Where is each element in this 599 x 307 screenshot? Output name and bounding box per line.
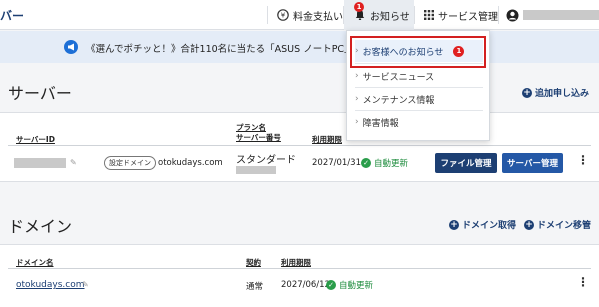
- server-auto-renew-label: 自動更新: [374, 159, 409, 169]
- account-nav-item[interactable]: [506, 0, 599, 30]
- server-table: サーバーID プラン名 サーバー番号 利用期限 ✎ 設定ドメイン otokuda…: [0, 112, 599, 182]
- billing-label: 料金支払い: [293, 11, 343, 23]
- notice-menu-outage[interactable]: › 障害情報: [355, 111, 483, 133]
- domain-auto-renew-status: ✓ 自動更新: [326, 279, 373, 291]
- domain-table: ドメイン名 契約 利用期限 otokudays.com ✎ 通常 2027/06…: [0, 244, 599, 307]
- nav-divider: [498, 6, 499, 24]
- domain-acquire-link[interactable]: + ドメイン取得: [449, 218, 516, 231]
- notice-menu-outage-label: 障害情報: [362, 118, 399, 129]
- notice-count-badge: 1: [354, 2, 364, 12]
- announcement-bar[interactable]: 《選んでポチッと！》合計110名に当たる「ASUS ノートPC」など豪: [0, 31, 599, 63]
- contract-value: 通常: [246, 282, 264, 292]
- plus-circle-icon: +: [449, 219, 459, 230]
- page: バー ¥ 料金支払い 1 お知らせ サービス管理 《選んでポチッと！》合計110…: [0, 0, 599, 307]
- header-divider: [8, 145, 591, 146]
- contract-header[interactable]: 契約: [246, 257, 261, 268]
- configured-domain-tag: 設定ドメイン: [104, 156, 156, 170]
- more-options-icon[interactable]: ⋮: [577, 275, 589, 289]
- domain-name-link[interactable]: otokudays.com: [16, 280, 85, 290]
- yen-coin-icon: ¥: [277, 9, 289, 21]
- server-domain-text: otokudays.com: [158, 158, 223, 168]
- domain-transfer-link[interactable]: + ドメイン移管: [524, 218, 591, 231]
- domain-expiry-header[interactable]: 利用期限: [281, 257, 311, 268]
- notice-menu-service-news[interactable]: › サービスニュース: [355, 65, 483, 87]
- check-circle-icon: ✓: [361, 158, 371, 168]
- svg-text:¥: ¥: [281, 12, 286, 20]
- announcement-text[interactable]: 《選んでポチッと！》合計110名に当たる「ASUS ノートPC」など豪: [86, 41, 382, 55]
- plan-name-header[interactable]: プラン名: [236, 123, 266, 133]
- domain-acquire-label: ドメイン取得: [462, 221, 517, 231]
- server-section-title: サーバー: [8, 84, 72, 103]
- megaphone-icon: [64, 40, 78, 54]
- pencil-icon[interactable]: ✎: [82, 280, 89, 289]
- notice-menu-service-news-label: サービスニュース: [362, 72, 435, 83]
- expiry-header[interactable]: 利用期限: [312, 134, 342, 145]
- check-circle-icon: ✓: [326, 280, 336, 290]
- chevron-right-icon: ›: [355, 117, 359, 127]
- server-manager-button[interactable]: サーバー管理: [502, 153, 563, 173]
- server-id-redacted: [14, 158, 66, 168]
- server-number-redacted: [236, 166, 276, 174]
- chevron-right-icon: ›: [355, 94, 359, 104]
- domain-name-header[interactable]: ドメイン名: [16, 257, 54, 268]
- server-expiry-value: 2027/01/31: [312, 158, 361, 168]
- notice-menu-maintenance[interactable]: › メンテナンス情報: [355, 88, 483, 110]
- notice-menu-maintenance-label: メンテナンス情報: [362, 95, 435, 106]
- server-id-header[interactable]: サーバーID: [16, 134, 55, 145]
- nav-divider: [414, 6, 415, 24]
- pencil-icon[interactable]: ✎: [70, 158, 77, 167]
- domain-expiry-value: 2027/06/12: [281, 280, 330, 290]
- top-navigation: バー ¥ 料金支払い 1 お知らせ サービス管理: [0, 0, 599, 30]
- notice-nav-item[interactable]: 1 お知らせ: [344, 0, 414, 30]
- notice-label: お知らせ: [370, 11, 410, 23]
- services-nav-item[interactable]: サービス管理: [424, 0, 498, 30]
- user-name-redacted: [523, 10, 599, 20]
- header-divider: [8, 268, 591, 269]
- add-application-label: 追加申し込み: [535, 89, 590, 99]
- server-number-header[interactable]: サーバー番号: [236, 133, 281, 143]
- nav-divider: [267, 6, 268, 24]
- grid-icon: [424, 10, 434, 20]
- domain-auto-renew-label: 自動更新: [339, 281, 374, 291]
- file-manager-button[interactable]: ファイル管理: [435, 153, 497, 173]
- more-options-icon[interactable]: ⋮: [577, 153, 589, 167]
- brand-logo-text[interactable]: バー: [0, 7, 24, 24]
- services-label: サービス管理: [438, 11, 498, 23]
- plus-circle-icon: +: [524, 219, 534, 230]
- chevron-right-icon: ›: [355, 71, 359, 81]
- user-avatar-icon: [506, 9, 519, 22]
- server-auto-renew-status: ✓ 自動更新: [361, 157, 408, 169]
- domain-section-title: ドメイン: [8, 217, 73, 236]
- plus-circle-icon: +: [522, 87, 532, 98]
- highlight-annotation-box: [350, 36, 486, 68]
- domain-transfer-label: ドメイン移管: [537, 221, 592, 231]
- plan-name-value: スタンダード: [236, 155, 296, 166]
- billing-nav-item[interactable]: ¥ 料金支払い: [277, 0, 343, 30]
- add-application-link[interactable]: + 追加申し込み: [522, 86, 589, 99]
